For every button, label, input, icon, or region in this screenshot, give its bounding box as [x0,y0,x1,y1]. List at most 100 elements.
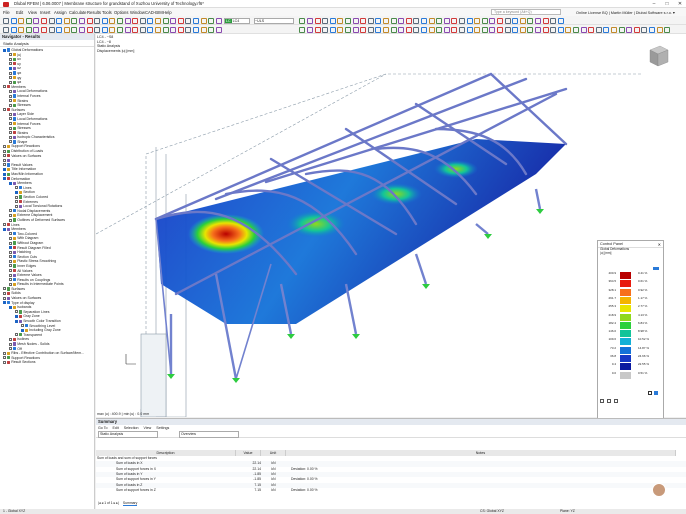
toolbar-tool-icon[interactable] [352,17,359,24]
toolbar-tool-icon[interactable] [550,26,557,33]
menu-tools[interactable]: Tools [102,10,112,15]
toolbar-tool-icon[interactable] [436,26,443,33]
toolbar-tool-icon[interactable] [421,17,427,24]
toolbar-tool-icon[interactable] [41,17,47,24]
toolbar-tool-icon[interactable] [428,26,435,33]
last-page-icon[interactable]: ▸| [116,501,119,505]
toolbar-tool-icon[interactable] [436,17,443,24]
toolbar-tool-icon[interactable] [314,17,321,24]
toolbar-tool-icon[interactable] [345,26,351,33]
toolbar-tool-icon[interactable] [557,17,564,24]
toolbar-tool-icon[interactable] [162,26,169,33]
toolbar-tool-icon[interactable] [580,26,587,33]
toolbar-tool-icon[interactable] [215,17,222,24]
first-page-icon[interactable]: |◂ [98,501,101,505]
toolbar-tool-icon[interactable] [481,17,488,24]
toolbar-tool-icon[interactable] [33,26,40,33]
tree-checkbox[interactable] [9,236,12,240]
toolbar-tool-icon[interactable] [177,26,184,33]
view-cube[interactable] [646,44,670,68]
tree-checkbox[interactable] [9,241,12,245]
toolbar-tool-icon[interactable] [497,26,503,33]
toolbar-tool-icon[interactable] [10,26,17,33]
toolbar-tool-icon[interactable] [504,17,511,24]
toolbar-tool-icon[interactable] [25,17,32,24]
tree-checkbox[interactable] [9,53,12,57]
close-button[interactable]: ✕ [674,0,686,8]
toolbar-tool-icon[interactable] [147,17,154,24]
toolbar-tool-icon[interactable] [557,26,564,33]
tree-checkbox[interactable] [21,324,24,328]
toolbar-tool-icon[interactable] [33,17,40,24]
toolbar-tool-icon[interactable] [527,26,534,33]
tree-checkbox[interactable] [3,177,6,181]
toolbar-tool-icon[interactable] [139,17,146,24]
toolbar-tool-icon[interactable] [345,17,351,24]
tree-checkbox[interactable] [9,246,12,250]
tree-checkbox[interactable] [9,80,12,84]
toolbar-tool-icon[interactable] [421,26,427,33]
toolbar-tool-icon[interactable] [542,17,549,24]
toolbar-tool-icon[interactable] [481,26,488,33]
toolbar-tool-icon[interactable] [185,26,192,33]
tree-checkbox[interactable] [21,328,24,332]
toolbar-tool-icon[interactable] [117,17,123,24]
tree-checkbox[interactable] [9,259,12,263]
toolbar-tool-icon[interactable] [398,26,405,33]
close-icon[interactable]: ✕ [658,242,661,247]
toolbar-tool-icon[interactable] [155,26,161,33]
menu-file[interactable]: File [3,10,10,15]
toolbar-tool-icon[interactable] [413,17,420,24]
toolbar-tool-icon[interactable] [132,26,139,33]
toolbar-tool-icon[interactable] [443,26,450,33]
toolbar-tool-icon[interactable] [474,26,481,33]
tree-checkbox[interactable] [3,172,6,176]
toolbar-tool-icon[interactable] [329,17,336,24]
menu-results[interactable]: Results [87,10,101,15]
toolbar-tool-icon[interactable] [626,26,633,33]
toolbar-tool-icon[interactable] [299,17,306,24]
toolbar-tool-icon[interactable] [56,17,63,24]
toolbar-tool-icon[interactable] [550,17,557,24]
tree-checkbox[interactable] [9,131,12,135]
tree-checkbox[interactable] [15,319,18,323]
toolbar-tool-icon[interactable] [451,26,458,33]
tree-checkbox[interactable] [9,250,12,254]
tree-checkbox[interactable] [3,85,6,89]
toolbar-tool-icon[interactable] [41,26,47,33]
tree-checkbox[interactable] [3,145,6,149]
menu-edit[interactable]: Edit [16,10,23,15]
toolbar-tool-icon[interactable] [352,26,359,33]
toolbar-tool-icon[interactable] [94,17,101,24]
tree-checkbox[interactable] [9,337,12,341]
toolbar-tool-icon[interactable] [18,26,25,33]
toolbar-tool-icon[interactable] [101,26,108,33]
toolbar-tool-icon[interactable] [588,26,595,33]
toolbar-tool-icon[interactable] [124,17,131,24]
menu-cad-bim[interactable]: CAD-BIM [145,10,163,15]
toolbar-tool-icon[interactable] [360,26,367,33]
tree-checkbox[interactable] [9,76,12,80]
tree-checkbox[interactable] [9,269,12,273]
toolbar-tool-icon[interactable] [109,17,116,24]
tree-checkbox[interactable] [9,342,12,346]
toolbar-tool-icon[interactable] [147,26,154,33]
toolbar-tool-icon[interactable] [71,26,78,33]
toolbar-tool-icon[interactable] [633,26,640,33]
tree-checkbox[interactable] [3,351,6,355]
toolbar-tool-icon[interactable] [200,17,207,24]
toolbar-tool-icon[interactable] [307,17,313,24]
tree-checkbox[interactable] [9,213,12,217]
toolbar-tool-icon[interactable] [132,17,139,24]
menu-view[interactable]: View [28,10,37,15]
toolbar-tool-icon[interactable] [193,26,199,33]
tree-checkbox[interactable] [3,149,6,153]
summary-menu-goto[interactable]: Go To [98,426,108,430]
tree-checkbox[interactable] [9,273,12,277]
toolbar-tool-icon[interactable] [337,26,344,33]
tree-checkbox[interactable] [9,232,12,236]
tree-checkbox[interactable] [3,301,6,305]
tree-checkbox[interactable] [9,66,12,70]
toolbar-tool-icon[interactable] [398,17,405,24]
toolbar-tool-icon[interactable] [459,26,465,33]
